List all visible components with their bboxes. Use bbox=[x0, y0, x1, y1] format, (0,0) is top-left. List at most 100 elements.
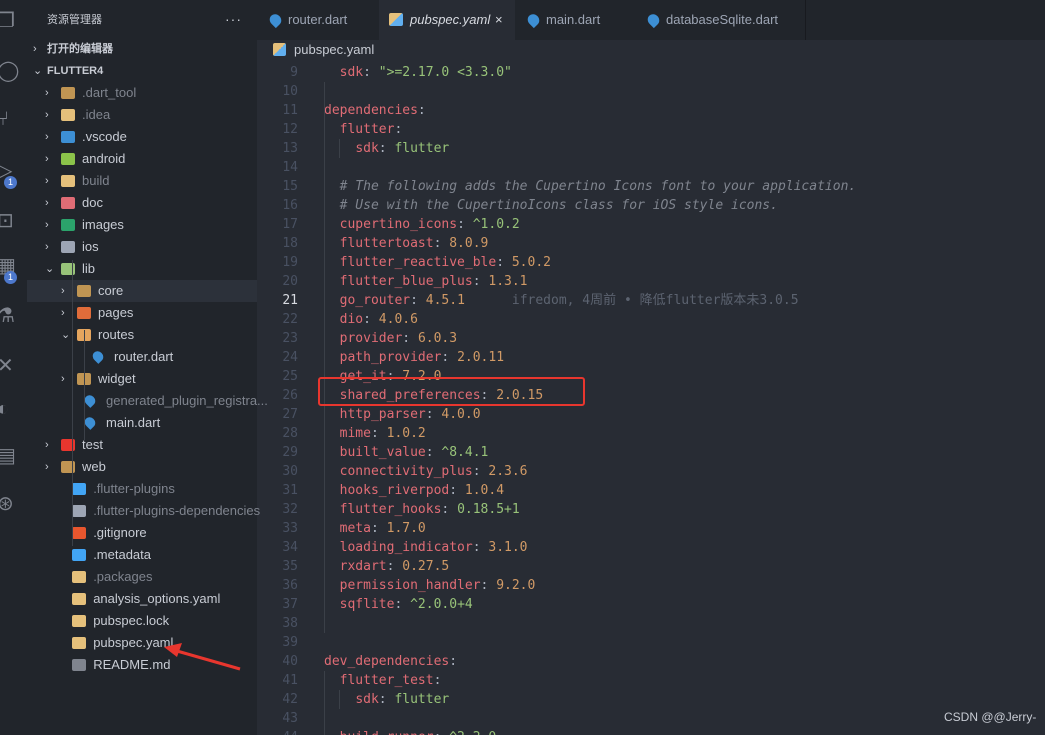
line-number: 23 bbox=[282, 331, 298, 346]
code-key: dev_dependencies bbox=[324, 654, 450, 669]
file-tree-item[interactable]: router.dart bbox=[27, 346, 257, 368]
file-type-icon bbox=[61, 241, 75, 253]
file-tree-item[interactable]: › pages bbox=[27, 302, 257, 324]
file-type-icon bbox=[72, 483, 87, 495]
testing-icon[interactable]: ⚗ bbox=[0, 305, 24, 329]
code-line: 19 flutter_reactive_ble: 5.0.2 bbox=[257, 253, 1045, 272]
file-tree-item[interactable]: › .vscode bbox=[27, 126, 257, 148]
line-number: 9 bbox=[290, 65, 298, 80]
run-debug-icon[interactable]: ▷ 1 bbox=[0, 160, 24, 189]
file-tree-label: pages bbox=[98, 305, 134, 320]
code-line: 40 dev_dependencies: bbox=[257, 652, 1045, 671]
code-line: 43 bbox=[257, 709, 1045, 728]
line-number: 43 bbox=[282, 711, 298, 726]
file-type-icon bbox=[72, 637, 87, 649]
file-tree-item[interactable]: ⌄ lib bbox=[27, 258, 257, 280]
tab-label: databaseSqlite.dart bbox=[666, 12, 779, 27]
line-number: 35 bbox=[282, 559, 298, 574]
file-tree-item[interactable]: › .dart_tool bbox=[27, 82, 257, 104]
search-icon[interactable]: ◯ bbox=[0, 60, 24, 84]
code-key: flutter_blue_plus bbox=[339, 274, 473, 289]
code-value: 2.3.6 bbox=[488, 464, 528, 479]
code-text: build_runner: ^2.2.0 bbox=[340, 728, 497, 735]
explorer-title: 资源管理器 bbox=[47, 14, 102, 26]
file-type-icon bbox=[61, 197, 75, 209]
code-line: 33 meta: 1.7.0 bbox=[257, 519, 1045, 538]
file-type-icon bbox=[61, 109, 75, 121]
line-number: 28 bbox=[282, 426, 298, 441]
file-tree-label: router.dart bbox=[114, 349, 174, 364]
chevron-down-icon: ⌄ bbox=[33, 65, 43, 77]
code-line: 39 bbox=[257, 633, 1045, 652]
code-text: dev_dependencies: bbox=[324, 654, 458, 669]
chevron-right-icon: › bbox=[45, 197, 49, 209]
dart-file-icon bbox=[267, 11, 284, 29]
file-tree-item[interactable]: › test bbox=[27, 434, 257, 456]
source-control-icon-glyph: ⑂ bbox=[0, 108, 9, 130]
annotation-arrow bbox=[164, 643, 241, 671]
tab-router-dart[interactable]: router.dart bbox=[257, 0, 380, 40]
tab-databaseSqlite-dart[interactable]: databaseSqlite.dart bbox=[635, 0, 806, 40]
code-value: flutter bbox=[394, 141, 450, 156]
file-tree-item[interactable]: › doc bbox=[27, 192, 257, 214]
line-number: 44 bbox=[257, 728, 298, 735]
file-tree-item[interactable]: › widget bbox=[27, 368, 257, 390]
file-tree-item[interactable]: › ios bbox=[27, 236, 257, 258]
line-number: 30 bbox=[282, 464, 298, 479]
code-key: permission_handler bbox=[339, 578, 481, 593]
file-type-icon bbox=[77, 285, 91, 297]
line-number: 26 bbox=[282, 388, 298, 403]
file-tree-label: generated_plugin_registra... bbox=[106, 393, 268, 408]
file-tree-item[interactable]: generated_plugin_registra... bbox=[27, 390, 268, 412]
file-tree-item[interactable]: .metadata bbox=[27, 544, 257, 566]
file-tree-item[interactable]: › .idea bbox=[27, 104, 257, 126]
close-icon[interactable]: × bbox=[495, 0, 503, 40]
file-tree-label: README.md bbox=[93, 657, 171, 672]
chevron-right-icon: › bbox=[61, 285, 65, 297]
file-type-icon bbox=[72, 527, 87, 539]
more-actions-icon[interactable]: ··· bbox=[225, 0, 242, 40]
code-value: ^8.4.1 bbox=[441, 445, 489, 460]
code-comment: # Use with the CupertinoIcons class for … bbox=[339, 198, 778, 213]
edge-devtools-icon[interactable]: ◐ bbox=[0, 398, 24, 424]
file-tree-item[interactable]: .packages bbox=[27, 566, 257, 588]
file-tree-item[interactable]: › android bbox=[27, 148, 257, 170]
chevron-right-icon: › bbox=[45, 241, 49, 253]
flutter-icon[interactable]: ✕ bbox=[0, 355, 24, 379]
file-tree-item[interactable]: › images bbox=[27, 214, 257, 236]
code-value: 4.0.0 bbox=[441, 407, 481, 422]
file-tree-item[interactable]: › build bbox=[27, 170, 257, 192]
line-number: 10 bbox=[282, 84, 298, 99]
open-editors-section[interactable]: › 打开的编辑器 bbox=[27, 38, 257, 60]
notification-badge: 1 bbox=[4, 176, 17, 189]
file-tree-item[interactable]: .flutter-plugins bbox=[27, 478, 257, 500]
code-text: http_parser: 4.0.0 bbox=[339, 407, 481, 422]
file-tree-item[interactable]: › core bbox=[27, 280, 257, 302]
code-key: connectivity_plus bbox=[339, 464, 473, 479]
project-section[interactable]: ⌄ FLUTTER4 bbox=[27, 60, 257, 82]
chevron-right-icon: › bbox=[45, 153, 49, 165]
code-value: 4.5.1 bbox=[425, 293, 465, 308]
notification-badge: 1 bbox=[4, 271, 17, 284]
tab-pubspec-yaml[interactable]: pubspec.yaml × bbox=[379, 0, 516, 40]
code-line: 18 fluttertoast: 8.0.9 bbox=[257, 234, 1045, 253]
file-tree-item[interactable]: analysis_options.yaml bbox=[27, 588, 257, 610]
file-tree-item[interactable]: .gitignore bbox=[27, 522, 257, 544]
file-tree-item[interactable]: ⌄ routes bbox=[27, 324, 257, 346]
source-control-icon[interactable]: ⑂ bbox=[0, 108, 24, 134]
file-tree-item[interactable]: pubspec.lock bbox=[27, 610, 257, 632]
code-line: 24 path_provider: 2.0.11 bbox=[257, 348, 1045, 367]
remote-explorer-icon[interactable]: ⊡ bbox=[0, 210, 24, 234]
code-value: 9.2.0 bbox=[496, 578, 536, 593]
file-tree-label: build bbox=[82, 173, 110, 188]
code-line: 36 permission_handler: 9.2.0 bbox=[257, 576, 1045, 595]
docker-icon[interactable]: ▤ bbox=[0, 445, 24, 469]
gitlens-icon[interactable]: ⊛ bbox=[0, 493, 24, 517]
files-icon[interactable]: ❐ bbox=[0, 10, 24, 34]
file-tree-item[interactable]: .flutter-plugins-dependencies bbox=[27, 500, 260, 522]
file-tree-item[interactable]: main.dart bbox=[27, 412, 257, 434]
tab-main-dart[interactable]: main.dart bbox=[515, 0, 636, 40]
extensions-icon[interactable]: ▦ 1 bbox=[0, 255, 24, 284]
file-tree-item[interactable]: › web bbox=[27, 456, 257, 478]
breadcrumb[interactable]: pubspec.yaml bbox=[257, 40, 1045, 60]
